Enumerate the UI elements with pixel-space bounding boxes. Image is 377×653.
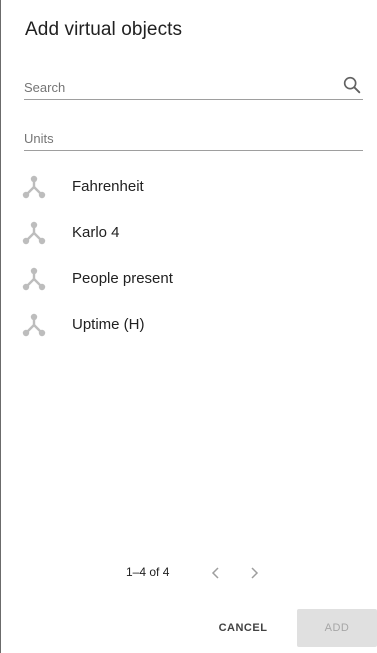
search-field [24,74,363,100]
virtual-object-icon [21,220,47,246]
virtual-object-icon [21,312,47,338]
chevron-right-icon [251,567,259,579]
list-item[interactable]: Fahrenheit [1,164,377,210]
list-item[interactable]: Karlo 4 [1,210,377,256]
list-item-label: Uptime (H) [72,316,145,333]
list-item-label: Fahrenheit [72,178,144,195]
cancel-button[interactable]: CANCEL [206,609,280,647]
previous-page-button[interactable] [205,562,227,584]
page-range-label: 1–4 of 4 [126,565,170,579]
virtual-object-icon [21,266,47,292]
list-item-label: People present [72,270,173,287]
list-item[interactable]: People present [1,256,377,302]
search-input[interactable] [24,77,324,97]
virtual-object-icon [21,174,47,200]
list-item[interactable]: Uptime (H) [1,302,377,348]
list-item-label: Karlo 4 [72,224,120,241]
next-page-button[interactable] [243,562,265,584]
add-virtual-objects-dialog: Add virtual objects F [0,0,377,653]
units-field [24,128,363,151]
units-input[interactable] [24,128,324,148]
pagination: 1–4 of 4 [1,562,377,584]
chevron-left-icon [211,567,219,579]
add-button[interactable]: ADD [297,609,377,647]
search-icon[interactable] [341,74,363,96]
dialog-title: Add virtual objects [25,19,183,40]
virtual-objects-list: Fahrenheit Karlo 4 People present Uptime… [1,164,377,348]
